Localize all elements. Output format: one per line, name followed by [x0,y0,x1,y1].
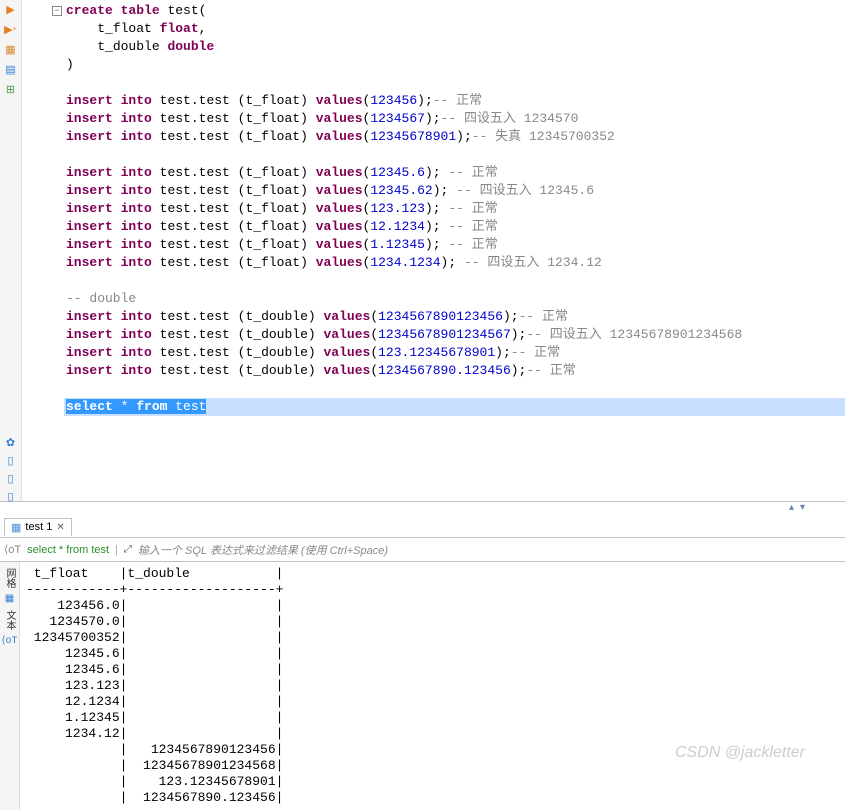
filter-input[interactable]: 输入一个 SQL 表达式来过滤结果 (使用 Ctrl+Space) [138,542,845,558]
query-filter-bar: ⟨oT select * from test | ⤢ 输入一个 SQL 表达式来… [0,538,845,562]
new-script-icon[interactable]: ⊞ [3,82,19,98]
doc2-icon[interactable]: ▯ [3,472,19,486]
text-mode-label[interactable]: 文本 [2,608,17,632]
query-text: select * from test [27,544,109,556]
settings-icon[interactable]: ✿ [3,436,19,450]
editor-pane: ▶ ▶+ ▦ ▤ ⊞ − create table test( t_float … [0,0,845,502]
result-side-toolbar: 网格 ▦ 文本 ⟨oT [0,562,20,810]
editor-left-toolbar-bottom: ✿ ▯ ▯ ▯ [0,430,22,500]
explain-icon[interactable]: ▦ [3,42,19,58]
tab-label: test 1 [25,521,52,533]
result-area: 网格 ▦ 文本 ⟨oT t_float |t_double | --------… [0,562,845,810]
table-icon: ▦ [11,521,21,534]
execute-plus-icon[interactable]: ▶+ [3,22,19,38]
collapse-bar[interactable]: ▴ ▾ [0,502,845,516]
grid-icon[interactable]: ▦ [3,592,17,606]
close-icon[interactable]: ✕ [56,522,64,533]
execute-icon[interactable]: ▶ [3,2,19,18]
result-tab[interactable]: ▦ test 1 ✕ [4,518,72,536]
grid-mode-label[interactable]: 网格 [2,566,17,590]
expand-icon[interactable]: ⤢ [124,544,132,555]
editor-left-toolbar: ▶ ▶+ ▦ ▤ ⊞ [0,0,22,501]
fold-marker-icon[interactable]: − [52,6,62,16]
results-pane: ▴ ▾ ▦ test 1 ✕ ⟨oT select * from test | … [0,502,845,810]
plan-icon[interactable]: ▤ [3,62,19,78]
result-text[interactable]: t_float |t_double | ------------+-------… [20,562,845,810]
code-content[interactable]: create table test( t_float float, t_doub… [22,2,845,416]
sql-label-icon: ⟨oT [2,543,21,556]
text-icon[interactable]: ⟨oT [3,634,17,648]
result-tab-bar: ▦ test 1 ✕ [0,516,845,538]
doc1-icon[interactable]: ▯ [3,454,19,468]
sql-editor[interactable]: − create table test( t_float float, t_do… [22,0,845,501]
